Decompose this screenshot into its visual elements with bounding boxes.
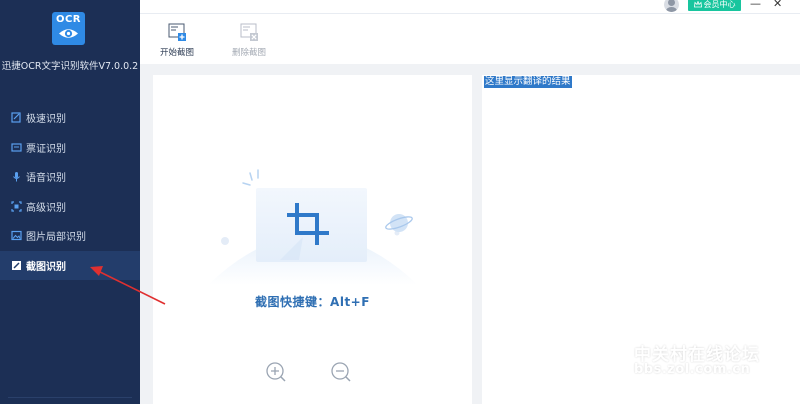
sidebar-item-label: 截图识别	[26, 261, 66, 273]
title-bar: 会员中心 — ✕	[140, 0, 800, 14]
vip-center-button[interactable]: 会员中心	[688, 0, 741, 11]
watermark: 中关村在线论坛 bbs.zol.com.cn	[592, 338, 792, 386]
sidebar-item-voice-ocr[interactable]: 语音识别	[0, 162, 140, 192]
zoom-in-icon[interactable]	[265, 361, 287, 383]
zoom-out-icon[interactable]	[330, 361, 352, 383]
sidebar-item-partial-image-ocr[interactable]: 图片局部识别	[0, 221, 140, 251]
sidebar-item-screenshot-ocr[interactable]: 截图识别	[0, 250, 140, 280]
sidebar-item-ticket-ocr[interactable]: 票证识别	[0, 133, 140, 163]
sidebar-item-advanced-ocr[interactable]: 高级识别	[0, 192, 140, 222]
screenshot-illustration	[208, 169, 418, 285]
screenshot-panel[interactable]: 截图快捷键：Alt+F	[153, 75, 472, 404]
close-button[interactable]: ✕	[773, 0, 782, 10]
toolbar: 开始截图 删除截图	[140, 14, 800, 64]
sidebar-item-label: 语音识别	[26, 173, 66, 185]
result-hint-text: 这里显示翻译的结果	[484, 76, 572, 88]
start-screenshot-label: 开始截图	[160, 48, 195, 58]
delete-screenshot-label: 删除截图	[232, 48, 267, 58]
advanced-scan-icon	[11, 201, 22, 212]
start-screenshot-button[interactable]: 开始截图	[160, 22, 194, 58]
microphone-icon	[13, 172, 20, 182]
sidebar-divider	[8, 397, 132, 398]
minimize-button[interactable]: —	[750, 0, 761, 10]
sidebar-item-label: 票证识别	[26, 143, 66, 155]
screenshot-icon	[12, 260, 21, 270]
zol-logo-icon	[593, 340, 635, 382]
fast-ocr-icon	[11, 112, 21, 123]
vip-label: 会员中心	[703, 0, 736, 9]
sidebar-item-label: 极速识别	[26, 114, 66, 126]
watermark-url: bbs.zol.com.cn	[634, 362, 751, 377]
sidebar-item-label: 图片局部识别	[26, 232, 86, 244]
sidebar-nav: 极速识别 票证识别 语音识别 高级识别 图片局部识别 截图识别	[0, 103, 140, 280]
hotkey-hint: 截图快捷键：Alt+F	[255, 295, 370, 309]
app-logo: OCR	[52, 12, 85, 45]
image-icon	[11, 231, 22, 241]
sidebar: OCR 迅捷OCR文字识别软件V7.0.0.2 极速识别 票证识别 语音识别 高…	[0, 0, 140, 404]
logo-text: OCR	[55, 14, 82, 25]
avatar[interactable]	[664, 0, 679, 12]
ticket-icon	[11, 143, 22, 152]
sidebar-item-fast-ocr[interactable]: 极速识别	[0, 103, 140, 133]
sidebar-item-label: 高级识别	[26, 202, 66, 214]
app-title: 迅捷OCR文字识别软件V7.0.0.2	[1, 61, 139, 72]
delete-screenshot-button[interactable]: 删除截图	[232, 22, 266, 58]
delete-screenshot-icon	[240, 23, 258, 41]
crown-icon	[693, 1, 702, 8]
add-screenshot-icon	[168, 23, 186, 41]
eye-icon	[59, 29, 78, 38]
